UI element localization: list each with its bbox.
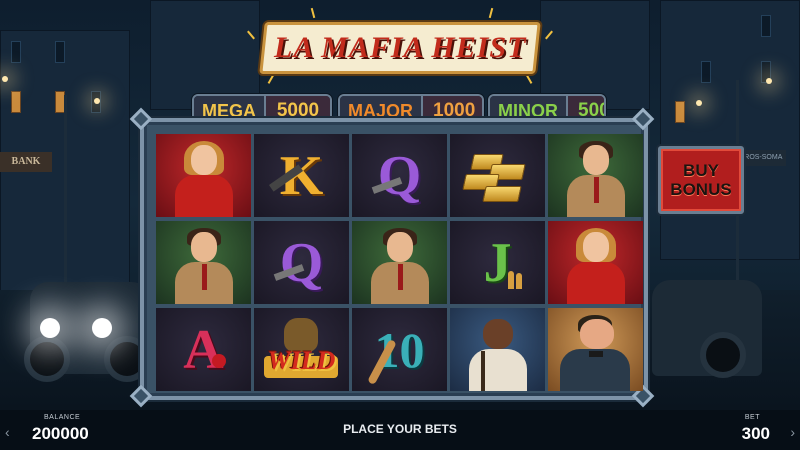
street-lamp-light: [94, 98, 100, 104]
face: [190, 232, 217, 262]
symbol-fat-boss: [548, 308, 643, 391]
buy-bonus-button[interactable]: BUY BONUS: [658, 146, 744, 214]
car-wheel: [700, 332, 746, 378]
street-lamp-light: [766, 78, 772, 84]
buy-bonus-line1: BUY: [683, 161, 719, 180]
car-headlight: [92, 318, 112, 338]
game-logo: LA MAFIA HEIST: [259, 22, 541, 74]
bullets-icon: [508, 271, 514, 289]
game-title: LA MAFIA HEIST: [273, 31, 527, 64]
symbol-10: 10: [352, 308, 447, 391]
reel-grid[interactable]: K Q Q J A WILD 10: [156, 134, 644, 392]
symbol-man-trenchcoat: [156, 221, 251, 304]
status-message: PLACE YOUR BETS: [343, 422, 457, 436]
letter-a: A: [183, 318, 224, 381]
bank-sign: BANK: [0, 152, 52, 172]
suspender: [480, 351, 485, 391]
symbol-woman-red-dress: [156, 134, 251, 217]
window: [761, 15, 771, 37]
face: [190, 145, 217, 175]
wild-label: WILD: [267, 345, 336, 375]
symbol-man-trenchcoat: [548, 134, 643, 217]
bowtie: [588, 351, 603, 357]
dress: [566, 262, 625, 304]
window: [55, 41, 65, 63]
face: [579, 319, 614, 349]
chevron-right-icon[interactable]: ›: [790, 424, 795, 440]
tie: [397, 264, 403, 290]
woman-character: [169, 139, 239, 217]
man-character: [365, 226, 435, 304]
symbol-a: A: [156, 308, 251, 391]
face: [582, 232, 609, 262]
symbol-q: Q: [254, 221, 349, 304]
symbol-j: J: [450, 221, 545, 304]
man-character: [561, 139, 631, 217]
gold-bar-icon: [482, 186, 522, 202]
boss-character: [556, 313, 636, 391]
symbol-k: K: [254, 134, 349, 217]
symbol-q: Q: [352, 134, 447, 217]
symbol-man-trenchcoat: [352, 221, 447, 304]
rose-icon: [212, 354, 226, 368]
window: [675, 101, 685, 123]
bet-label: BET: [744, 414, 760, 421]
street-lamp-light: [2, 76, 8, 82]
symbol-woman-red-dress: [548, 221, 643, 304]
bullets-icon: [516, 273, 522, 289]
letter-q: Q: [377, 144, 422, 207]
dress: [174, 175, 233, 217]
woman-character: [561, 226, 631, 304]
letter-q: Q: [279, 231, 324, 294]
man-character: [169, 226, 239, 304]
symbol-wild: WILD: [254, 308, 349, 391]
face: [482, 319, 513, 349]
street-lamp-light: [696, 100, 702, 106]
face: [386, 232, 413, 262]
shirt: [468, 349, 527, 391]
tie: [593, 177, 599, 203]
window: [11, 41, 21, 63]
symbol-bald-thug: [450, 308, 545, 391]
car-wheel: [24, 336, 70, 382]
bet-value[interactable]: 300: [742, 424, 770, 444]
window: [11, 91, 21, 113]
balance-label: BALANCE: [44, 414, 81, 421]
symbol-gold-bars: [450, 134, 545, 217]
right-building: [660, 0, 800, 260]
face: [582, 145, 609, 175]
tie: [201, 264, 207, 290]
right-vintage-car: [652, 280, 762, 378]
car-headlight: [40, 318, 60, 338]
buy-bonus-line2: BONUS: [670, 180, 732, 199]
thug-character: [463, 313, 533, 391]
window: [701, 61, 711, 83]
